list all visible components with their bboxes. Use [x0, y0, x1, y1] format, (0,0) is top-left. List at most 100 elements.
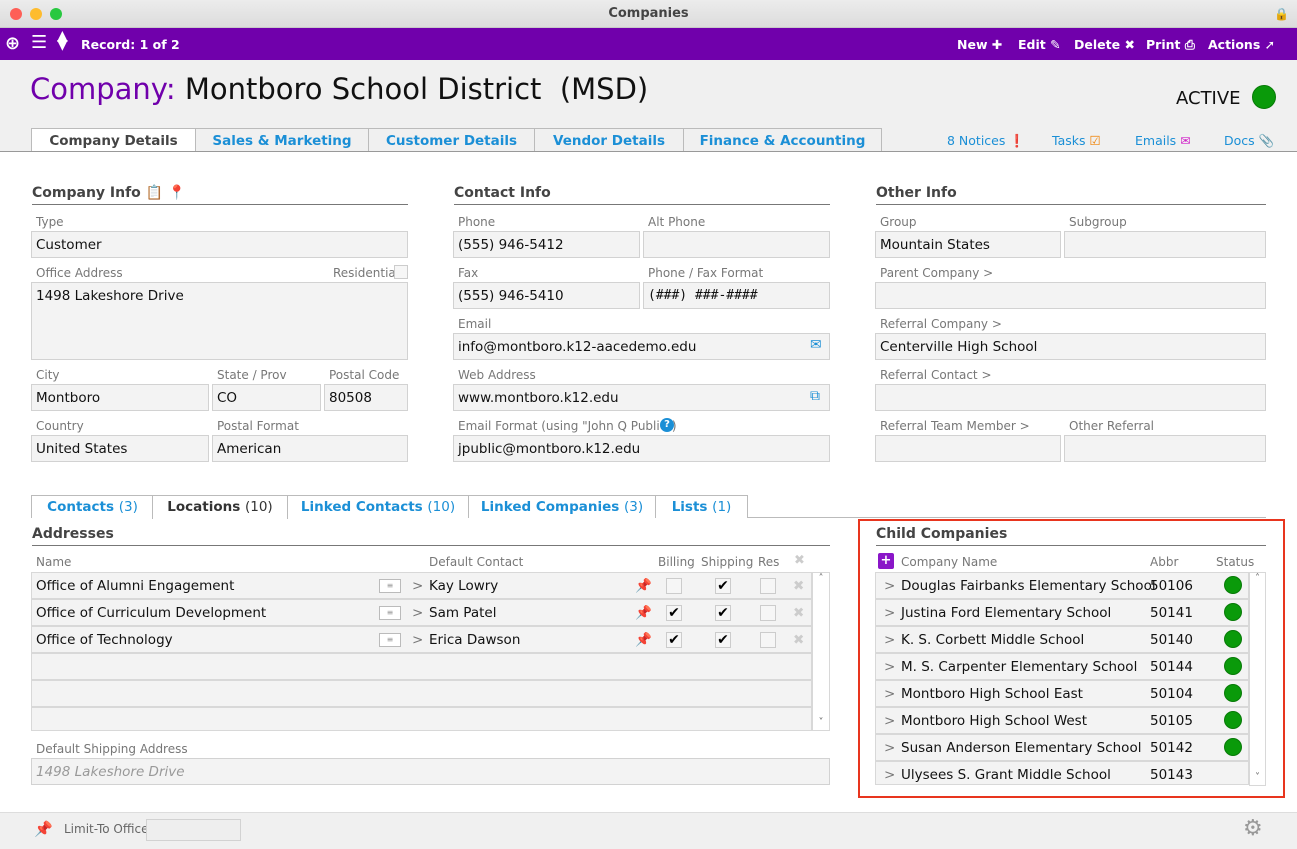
shipping-checkbox[interactable]: ✔	[715, 632, 731, 648]
phone-field[interactable]: (555) 946-5412	[453, 231, 640, 258]
group-field[interactable]: Mountain States	[875, 231, 1061, 258]
scroll-up-icon[interactable]: ˄	[1250, 573, 1265, 584]
globe-icon[interactable]: ⊕	[5, 33, 20, 54]
email-field[interactable]: info@montboro.k12-aacedemo.edu	[453, 333, 830, 360]
tab-finance-accounting[interactable]: Finance & Accounting	[683, 128, 882, 152]
email-format-field[interactable]: jpublic@montboro.k12.edu	[453, 435, 830, 462]
notes-icon[interactable]: ≡	[379, 633, 401, 647]
notes-icon[interactable]: ≡	[379, 579, 401, 593]
address-row[interactable]: Office of Alumni Engagement ≡ > Kay Lowr…	[31, 572, 812, 599]
subtab-lists[interactable]: Lists (1)	[655, 495, 748, 518]
phone-format-field[interactable]: (###) ###-####	[643, 282, 830, 309]
referral-company-field[interactable]: Centerville High School	[875, 333, 1266, 360]
chevron-right-icon[interactable]: >	[412, 578, 423, 594]
child-company-row[interactable]: > Douglas Fairbanks Elementary School 50…	[875, 572, 1249, 599]
chevron-right-icon[interactable]: >	[884, 578, 895, 594]
open-link-icon[interactable]: ⧉	[810, 388, 820, 404]
delete-row-icon[interactable]: ✖	[793, 605, 804, 621]
pin-icon[interactable]: 📌	[34, 820, 53, 838]
notices-link[interactable]: 8 Notices ❗	[947, 133, 1025, 149]
chevron-right-icon[interactable]: >	[884, 767, 895, 783]
chevron-right-icon[interactable]: >	[884, 659, 895, 675]
close-window-button[interactable]	[10, 8, 22, 20]
referral-contact-label[interactable]: Referral Contact >	[880, 368, 992, 382]
default-contact[interactable]: Erica Dawson	[429, 632, 520, 648]
billing-checkbox[interactable]	[666, 578, 682, 594]
office-address-field[interactable]: 1498 Lakeshore Drive	[31, 282, 408, 360]
child-company-row[interactable]: > Montboro High School West 50105	[875, 707, 1249, 734]
default-shipping-field[interactable]: 1498 Lakeshore Drive	[31, 758, 830, 785]
chevron-right-icon[interactable]: >	[412, 632, 423, 648]
referral-team-label[interactable]: Referral Team Member >	[880, 419, 1030, 433]
minimize-window-button[interactable]	[30, 8, 42, 20]
child-company-row[interactable]: > K. S. Corbett Middle School 50140	[875, 626, 1249, 653]
add-child-company-button[interactable]: +	[878, 553, 894, 569]
subtab-linked-companies[interactable]: Linked Companies (3)	[468, 495, 656, 518]
tab-company-details[interactable]: Company Details	[31, 128, 196, 153]
postal-code-field[interactable]: 80508	[324, 384, 408, 411]
child-company-row[interactable]: > Justina Ford Elementary School 50141	[875, 599, 1249, 626]
notes-icon[interactable]: ≡	[379, 606, 401, 620]
child-scrollbar[interactable]: ˄ ˅	[1249, 572, 1266, 786]
alt-phone-field[interactable]	[643, 231, 830, 258]
shipping-checkbox[interactable]: ✔	[715, 605, 731, 621]
pin-icon[interactable]: 📌	[635, 605, 652, 621]
gear-icon[interactable]: ⚙	[1243, 816, 1263, 841]
referral-company-label[interactable]: Referral Company >	[880, 317, 1002, 331]
web-address-field[interactable]: www.montboro.k12.edu	[453, 384, 830, 411]
parent-company-field[interactable]	[875, 282, 1266, 309]
edit-button[interactable]: Edit ✎	[1018, 37, 1061, 52]
map-pin-icon[interactable]: 📍	[168, 185, 185, 201]
postal-format-field[interactable]: American	[212, 435, 408, 462]
addresses-scrollbar[interactable]: ˄ ˅	[812, 572, 830, 731]
address-row[interactable]: Office of Curriculum Development ≡ > Sam…	[31, 599, 812, 626]
tab-customer-details[interactable]: Customer Details	[368, 128, 535, 152]
new-button[interactable]: New ✚	[957, 37, 1002, 52]
chevron-right-icon[interactable]: >	[412, 605, 423, 621]
print-button[interactable]: Print ⎙	[1146, 37, 1195, 53]
help-icon[interactable]: ?	[660, 418, 674, 432]
chevron-right-icon[interactable]: >	[884, 740, 895, 756]
subtab-linked-contacts[interactable]: Linked Contacts (10)	[287, 495, 469, 518]
state-field[interactable]: CO	[212, 384, 321, 411]
other-referral-field[interactable]	[1064, 435, 1266, 462]
res-checkbox[interactable]	[760, 632, 776, 648]
fax-field[interactable]: (555) 946-5410	[453, 282, 640, 309]
delete-row-icon[interactable]: ✖	[793, 632, 804, 648]
zoom-window-button[interactable]	[50, 8, 62, 20]
chevron-right-icon[interactable]: >	[884, 632, 895, 648]
tab-vendor-details[interactable]: Vendor Details	[534, 128, 684, 152]
referral-team-field[interactable]	[875, 435, 1061, 462]
referral-contact-field[interactable]	[875, 384, 1266, 411]
city-field[interactable]: Montboro	[31, 384, 209, 411]
default-contact[interactable]: Sam Patel	[429, 605, 496, 621]
subgroup-field[interactable]	[1064, 231, 1266, 258]
chevron-right-icon[interactable]: >	[884, 605, 895, 621]
pin-icon[interactable]: 📌	[635, 578, 652, 594]
delete-row-icon[interactable]: ✖	[793, 578, 804, 594]
billing-checkbox[interactable]: ✔	[666, 632, 682, 648]
billing-checkbox[interactable]: ✔	[666, 605, 682, 621]
chevron-right-icon[interactable]: >	[884, 686, 895, 702]
docs-link[interactable]: Docs 📎	[1224, 133, 1274, 149]
subtab-locations[interactable]: Locations (10)	[152, 495, 288, 519]
pin-icon[interactable]: 📌	[635, 632, 652, 648]
actions-button[interactable]: Actions ➚	[1208, 37, 1275, 52]
address-row[interactable]: Office of Technology ≡ > Erica Dawson 📌 …	[31, 626, 812, 653]
subtab-contacts[interactable]: Contacts (3)	[31, 495, 154, 518]
emails-link[interactable]: Emails ✉	[1135, 133, 1191, 148]
parent-company-label[interactable]: Parent Company >	[880, 266, 993, 280]
res-checkbox[interactable]	[760, 578, 776, 594]
limit-to-office-field[interactable]	[146, 819, 241, 841]
chevron-right-icon[interactable]: >	[884, 713, 895, 729]
scroll-up-icon[interactable]: ˄	[813, 573, 829, 584]
record-navigation-arrows[interactable]: ▲ ▼	[57, 29, 68, 52]
list-icon[interactable]: ☰	[31, 32, 47, 53]
clipboard-icon[interactable]: 📋	[146, 185, 163, 201]
delete-button[interactable]: Delete ✖	[1074, 37, 1135, 52]
type-field[interactable]: Customer	[31, 231, 408, 258]
country-field[interactable]: United States	[31, 435, 209, 462]
send-email-icon[interactable]: ✉	[810, 337, 822, 353]
tasks-link[interactable]: Tasks ☑	[1052, 133, 1101, 148]
default-contact[interactable]: Kay Lowry	[429, 578, 498, 594]
